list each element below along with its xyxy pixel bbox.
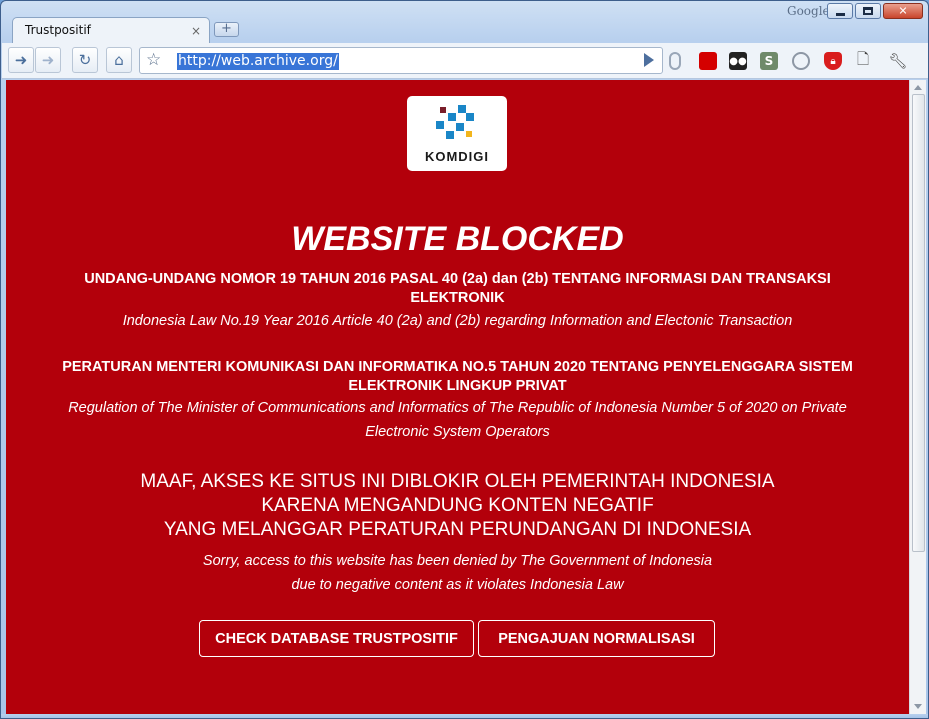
scroll-thumb[interactable] [912,94,925,552]
tab-title: Trustpositif [25,23,91,37]
law2-translation: Regulation of The Minister of Communicat… [68,400,847,440]
minimize-icon [836,13,845,16]
notice-line: due to negative content as it violates I… [291,577,624,593]
s-extension-icon[interactable]: S [760,52,778,70]
warning-line: MAAF, AKSES KE SITUS INI DIBLOKIR OLEH P… [140,471,775,492]
new-tab-button[interactable]: + [214,22,239,37]
red-extension-icon[interactable] [699,52,717,70]
logo-text: KOMDIGI [424,149,490,164]
maximize-icon [863,7,873,15]
back-arrow-icon: ➜ [14,51,28,69]
komdigi-logo: KOMDIGI [407,96,507,171]
bookmark-star-icon[interactable]: ☆ [146,50,161,70]
address-bar[interactable]: ☆ http://web.archive.org/ [139,47,663,74]
close-window-button[interactable]: ✕ [883,3,923,19]
back-button[interactable]: ➜ [8,47,34,73]
reload-icon: ↻ [78,51,92,69]
toolbar: ➜ ➜ ↻ ⌂ ☆ http://web.archive.org/ ●● S 🔒… [2,43,928,79]
page-menu-icon[interactable]: 🗋︎ [854,50,872,70]
reload-button[interactable]: ↻ [72,47,98,73]
blocked-page: KOMDIGI WEBSITE BLOCKED UNDANG-UNDANG NO… [6,80,909,714]
notice-line: Sorry, access to this website has been d… [202,553,713,569]
block-warning: MAAF, AKSES KE SITUS INI DIBLOKIR OLEH P… [36,470,879,542]
url-text[interactable]: http://web.archive.org/ [177,53,339,70]
forward-arrow-icon: ➜ [41,51,55,69]
mouse-extension-icon[interactable] [669,52,681,70]
window-bottom-border [1,714,928,718]
maximize-button[interactable] [855,3,881,19]
page-title: WEBSITE BLOCKED [291,220,624,258]
browser-window: Google ✕ Trustpositif × + ➜ ➜ ↻ ⌂ ☆ http… [0,0,929,719]
law1-translation: Indonesia Law No.19 Year 2016 Article 40… [122,313,793,329]
vertical-scrollbar[interactable] [909,80,926,714]
go-arrow-icon[interactable] [644,53,654,67]
tab-trustpositif[interactable]: Trustpositif × [12,17,210,44]
browser-brand: Google [787,4,830,18]
minimize-button[interactable] [827,3,853,19]
tab-close-icon[interactable]: × [191,24,201,38]
home-button[interactable]: ⌂ [106,47,132,73]
normalization-request-button[interactable]: PENGAJUAN NORMALISASI [478,620,715,657]
block-notice-english: Sorry, access to this website has been d… [36,549,879,597]
scroll-down-icon[interactable] [914,704,922,709]
law2-heading: PERATURAN MENTERI KOMUNIKASI DAN INFORMA… [62,359,853,394]
window-controls: ✕ [827,3,923,19]
law1-heading: UNDANG-UNDANG NOMOR 19 TAHUN 2016 PASAL … [84,271,831,306]
close-icon: ✕ [898,4,908,18]
wrench-menu-icon[interactable]: 🔧︎ [888,52,907,70]
forward-button[interactable]: ➜ [35,47,61,73]
home-icon: ⌂ [114,51,124,69]
glasses-extension-icon[interactable]: ●● [729,52,747,70]
warning-line: KARENA MENGANDUNG KONTEN NEGATIF [261,495,654,516]
komdigi-logo-icon [436,105,474,139]
sync-extension-icon[interactable] [792,52,810,70]
check-database-button[interactable]: CHECK DATABASE TRUSTPOSITIF [199,620,474,657]
scroll-up-icon[interactable] [914,85,922,90]
shield-extension-icon[interactable]: 🔒︎ [824,52,842,70]
warning-line: YANG MELANGGAR PERATURAN PERUNDANGAN DI … [163,519,752,540]
